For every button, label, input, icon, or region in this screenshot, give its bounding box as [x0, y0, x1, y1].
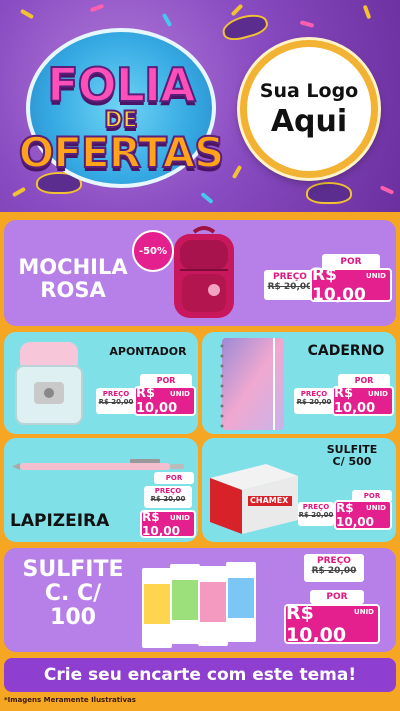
new-price-tag: R$ 10,00 UNID	[140, 510, 196, 538]
old-price-tag: PREÇO R$ 20,00	[96, 388, 136, 414]
old-price-tag: PREÇO R$ 20,00	[298, 502, 334, 526]
confetti	[200, 191, 214, 205]
product-card-mochila[interactable]: MOCHILA ROSA -50% POR PREÇO R$ 20,00 R$ …	[4, 220, 396, 326]
offers-frame: MOCHILA ROSA -50% POR PREÇO R$ 20,00 R$ …	[0, 212, 400, 711]
notebook-icon	[220, 338, 284, 430]
cta-banner[interactable]: Crie seu encarte com este tema!	[4, 658, 396, 692]
old-price-tag: PREÇO R$ 20,00	[144, 486, 192, 508]
logo-placeholder[interactable]: Sua Logo Aqui	[240, 40, 378, 178]
por-label: POR	[154, 472, 194, 484]
sharpener-icon	[15, 342, 83, 425]
confetti	[19, 8, 35, 20]
confetti	[299, 20, 315, 28]
product-name: MOCHILA ROSA	[18, 255, 128, 303]
product-card-sulfite-500[interactable]: CHAMEX SULFITE C/ 500 POR PREÇO R$ 20,00…	[202, 438, 396, 542]
title-line-1: FOLIA	[46, 57, 197, 113]
box-brand-label: CHAMEX	[250, 496, 289, 505]
carnival-mask-icon	[306, 182, 352, 204]
logo-text-line1: Sua Logo	[259, 79, 359, 102]
new-price-tag: R$ 10,00 UNID	[134, 386, 196, 416]
product-card-sulfite-100[interactable]: SULFITE C. C/ 100 PREÇO R$ 20,00 POR R$ …	[4, 548, 396, 652]
old-price-tag: PREÇO R$ 20,00	[264, 270, 316, 300]
logo-text-line2: Aqui	[270, 103, 348, 139]
product-card-caderno[interactable]: CADERNO POR PREÇO R$ 20,00 R$ 10,00 UNID	[202, 332, 396, 434]
backpack-icon	[174, 226, 234, 318]
paper-packs-icon	[142, 562, 256, 648]
old-price-tag: PREÇO R$ 20,00	[304, 554, 364, 582]
confetti	[362, 4, 372, 20]
new-price-tag: R$ 10,00 UNID	[332, 386, 394, 416]
paper-box-icon	[210, 464, 298, 534]
product-name: CADERNO	[307, 343, 385, 359]
product-card-lapizeira[interactable]: LAPIZEIRA POR PREÇO R$ 20,00 R$ 10,00 UN…	[4, 438, 198, 542]
confetti	[230, 3, 244, 17]
product-name: SULFITE C/ 500	[326, 443, 378, 469]
new-price-tag: R$ 10,00 UNID	[284, 602, 380, 646]
disclaimer-text: *Imagens Meramente Ilustrativas	[4, 696, 136, 704]
product-card-apontador[interactable]: APONTADOR POR PREÇO R$ 20,00 R$ 10,00 UN…	[4, 332, 198, 434]
title-logo: FOLIA DE OFERTAS	[6, 28, 236, 193]
product-name: LAPIZEIRA	[10, 511, 110, 531]
new-price-tag: R$ 10,00 UNID	[334, 500, 392, 530]
product-name: APONTADOR	[109, 345, 187, 358]
product-name: SULFITE C. C/ 100	[22, 557, 124, 631]
old-price-tag: PREÇO R$ 20,00	[294, 388, 334, 414]
confetti	[89, 3, 105, 13]
confetti	[161, 12, 173, 28]
confetti	[379, 185, 395, 195]
title-line-3: OFERTAS	[18, 127, 226, 178]
new-price-tag: R$ 10,00 UNID	[310, 265, 392, 305]
header-banner: FOLIA DE OFERTAS Sua Logo Aqui	[0, 0, 400, 212]
